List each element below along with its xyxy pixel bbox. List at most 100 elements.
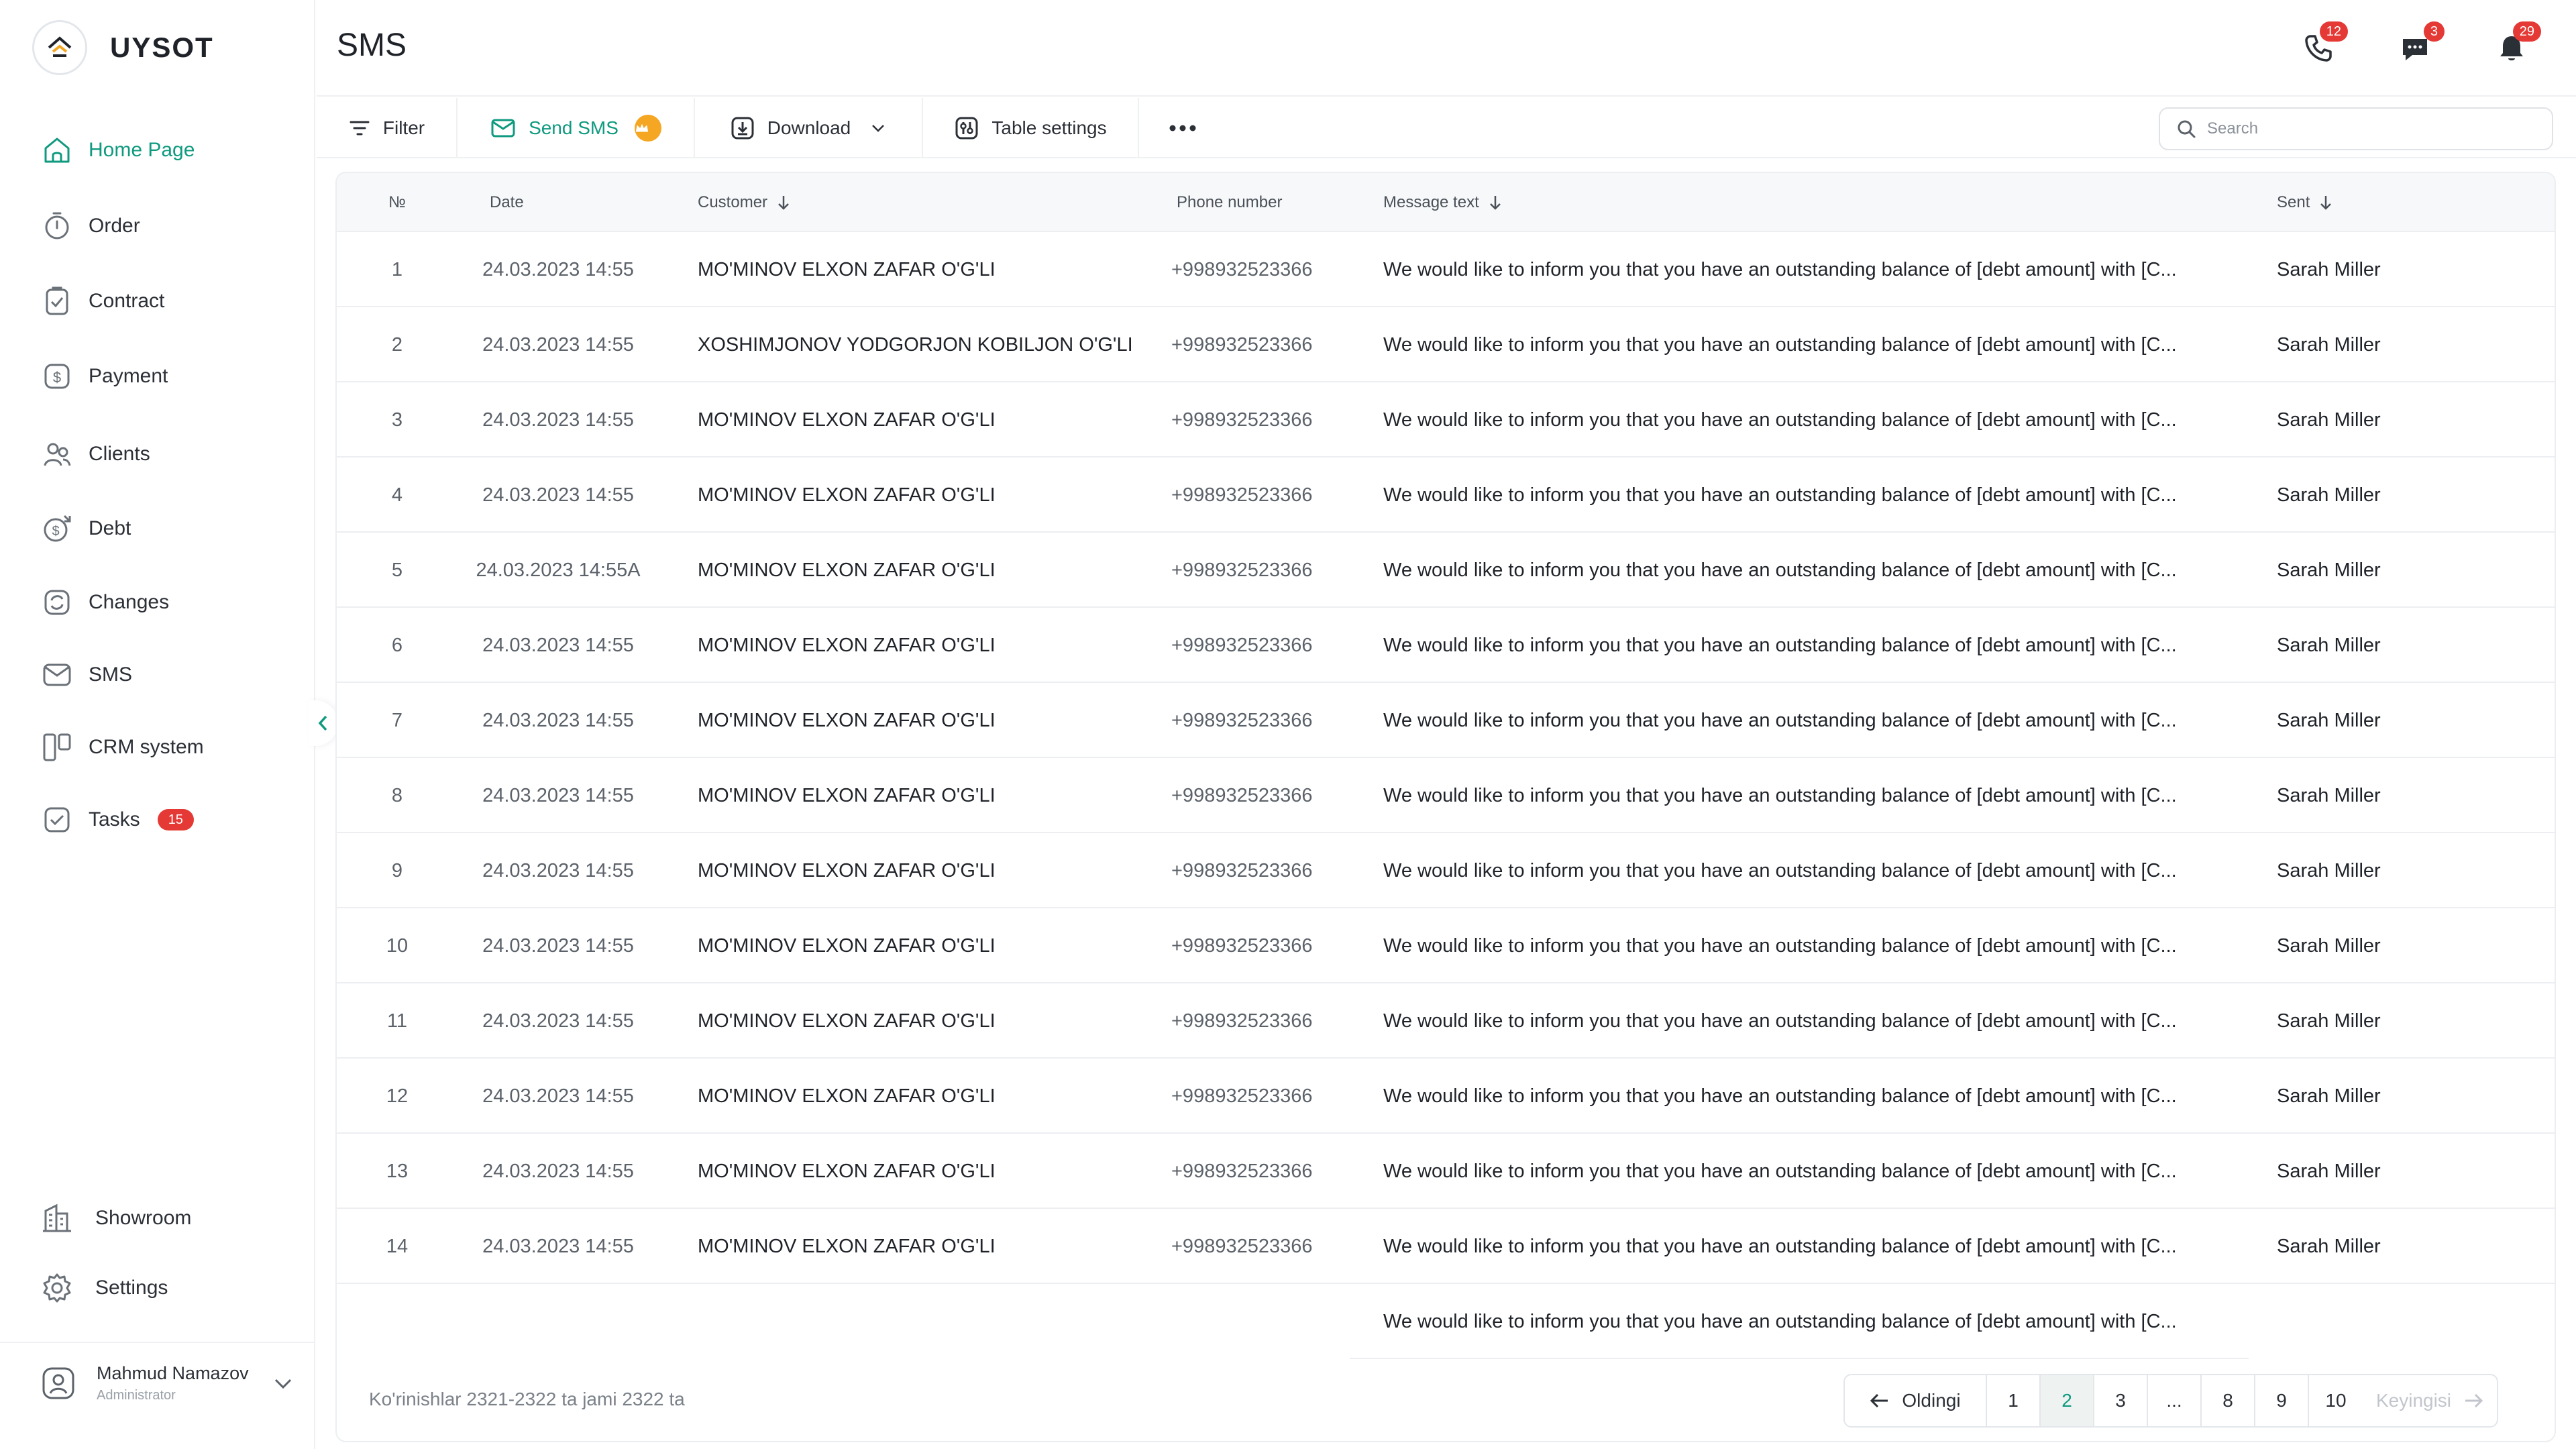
col-header-date[interactable]: Date <box>490 173 524 232</box>
crm-icon <box>43 733 71 761</box>
logo-icon <box>32 20 87 75</box>
table-row[interactable]: 11 24.03.2023 14:55 MO'MINOV ELXON ZAFAR O… <box>337 983 2555 1059</box>
prev-page-button[interactable]: Oldingi <box>1845 1375 1987 1426</box>
page-button-2[interactable]: 2 <box>2041 1375 2094 1426</box>
sidebar-item-contract[interactable]: Contract <box>40 274 282 328</box>
chat-button[interactable]: 3 <box>2392 21 2445 71</box>
app-logo[interactable]: UYSOT <box>32 20 214 75</box>
sidebar-item-showroom[interactable]: Showroom <box>40 1191 282 1245</box>
date-cell: 24.03.2023 14:55A <box>476 559 641 581</box>
table-settings-icon <box>955 117 978 140</box>
next-page-button[interactable]: Keyingisi <box>2363 1375 2497 1426</box>
phone-badge: 12 <box>2319 21 2348 42</box>
customer-cell: MO'MINOV ELXON ZAFAR O'G'LI <box>698 258 996 280</box>
sidebar-item-order[interactable]: Order <box>40 199 282 253</box>
row-number-cell: 13 <box>386 1160 409 1182</box>
date-cell: 24.03.2023 14:55 <box>482 333 634 356</box>
message-cell: We would like to inform you that you hav… <box>1383 258 2177 280</box>
sidebar-item-label: Settings <box>95 1277 168 1299</box>
filter-button[interactable]: Filter <box>317 98 458 158</box>
col-header-no: № <box>388 193 406 211</box>
col-header-message[interactable]: Message text <box>1383 173 1503 232</box>
pagination-info: Ko'rinishlar 2321-2322 ta jami 2322 ta <box>369 1389 685 1409</box>
sidebar-item-label: CRM system <box>89 736 204 758</box>
more-options-button[interactable] <box>1139 98 1226 158</box>
sent-by-cell: Sarah Miller <box>2277 1160 2381 1182</box>
page-button-1[interactable]: 1 <box>1987 1375 2041 1426</box>
sidebar-item-label: Home Page <box>89 139 195 161</box>
table-settings-button[interactable]: Table settings <box>923 98 1139 158</box>
user-avatar-icon <box>42 1367 74 1399</box>
phone-cell: +998932523366 <box>1171 409 1313 431</box>
row-number-cell: 7 <box>391 709 403 731</box>
sort-arrow-down-icon <box>778 196 789 210</box>
page-button-3[interactable]: 3 <box>2094 1375 2148 1426</box>
chevron-left-icon <box>318 715 327 731</box>
mail-icon <box>43 663 71 686</box>
customer-cell: MO'MINOV ELXON ZAFAR O'G'LI <box>698 1160 996 1182</box>
sidebar: UYSOT Home Page Order Contract $ Payment Clie… <box>0 0 315 1449</box>
customer-cell: MO'MINOV ELXON ZAFAR O'G'LI <box>698 1010 996 1032</box>
settings-icon <box>43 1273 71 1303</box>
search-input[interactable] <box>2207 119 2529 138</box>
table-header: № Date Customer Phone number Message tex… <box>337 173 2555 232</box>
table-row[interactable]: 3 24.03.2023 14:55 MO'MINOV ELXON ZAFAR O'… <box>337 382 2555 458</box>
col-header-customer[interactable]: Customer <box>698 173 792 232</box>
sidebar-collapse-button[interactable] <box>309 700 338 746</box>
table-row[interactable]: 2 24.03.2023 14:55 XOSHIMJONOV YODGORJON K… <box>337 307 2555 382</box>
table-row[interactable]: 13 24.03.2023 14:55 MO'MINOV ELXON ZAFAR O… <box>337 1134 2555 1209</box>
phone-button[interactable]: 12 <box>2296 21 2348 71</box>
table-row[interactable]: 9 24.03.2023 14:55 MO'MINOV ELXON ZAFAR O'… <box>337 833 2555 908</box>
page-button-9[interactable]: 9 <box>2255 1375 2309 1426</box>
sidebar-item-changes[interactable]: Changes <box>40 576 282 629</box>
table-row-partial[interactable]: We would like to inform you that you hav… <box>1350 1284 2249 1359</box>
col-header-phone[interactable]: Phone number <box>1177 173 1282 232</box>
date-cell: 24.03.2023 14:55 <box>482 1235 634 1257</box>
send-sms-button[interactable]: Send SMS <box>458 98 695 158</box>
page-title: SMS <box>337 28 407 63</box>
page-button-8[interactable]: 8 <box>2202 1375 2255 1426</box>
sort-arrow-down-icon <box>1489 196 1501 210</box>
sent-by-cell: Sarah Miller <box>2277 1010 2381 1032</box>
phone-cell: +998932523366 <box>1171 859 1313 881</box>
sidebar-item-label: Changes <box>89 591 170 613</box>
customer-cell: XOSHIMJONOV YODGORJON KOBILJON O'G'LI <box>698 333 1133 356</box>
table-row[interactable]: 4 24.03.2023 14:55 MO'MINOV ELXON ZAFAR O'… <box>337 458 2555 533</box>
download-button[interactable]: Download <box>695 98 923 158</box>
sms-table: № Date Customer Phone number Message tex… <box>335 172 2556 1442</box>
sidebar-item-debt[interactable]: $ Debt <box>40 502 282 555</box>
svg-text:$: $ <box>52 524 59 539</box>
table-row[interactable]: 6 24.03.2023 14:55 MO'MINOV ELXON ZAFAR O'… <box>337 608 2555 683</box>
sidebar-item-label: Order <box>89 215 140 237</box>
send-sms-label: Send SMS <box>529 117 619 138</box>
row-number-cell: 9 <box>391 859 403 881</box>
changes-icon <box>44 590 70 615</box>
search-box[interactable] <box>2159 107 2553 150</box>
sent-by-cell: Sarah Miller <box>2277 934 2381 957</box>
table-row[interactable]: 1 24.03.2023 14:55 MO'MINOV ELXON ZAFAR O'… <box>337 232 2555 307</box>
filter-icon <box>350 121 370 136</box>
phone-cell: +998932523366 <box>1171 1010 1313 1032</box>
sidebar-item-payment[interactable]: $ Payment <box>40 350 282 403</box>
sidebar-item-settings[interactable]: Settings <box>40 1261 282 1315</box>
chat-badge: 3 <box>2423 21 2445 42</box>
sidebar-item-sms[interactable]: SMS <box>40 648 282 702</box>
table-row[interactable]: 12 24.03.2023 14:55 MO'MINOV ELXON ZAFAR O… <box>337 1059 2555 1134</box>
table-row[interactable]: 8 24.03.2023 14:55 MO'MINOV ELXON ZAFAR O'… <box>337 758 2555 833</box>
col-header-sent[interactable]: Sent <box>2277 173 2334 232</box>
sidebar-item-label: SMS <box>89 663 133 686</box>
page-button-10[interactable]: 10 <box>2309 1375 2363 1426</box>
sidebar-item-crm-system[interactable]: CRM system <box>40 720 282 774</box>
sidebar-item-clients[interactable]: Clients <box>40 427 282 481</box>
table-row[interactable]: 14 24.03.2023 14:55 MO'MINOV ELXON ZAFAR O… <box>337 1209 2555 1284</box>
table-row[interactable]: 5 24.03.2023 14:55A MO'MINOV ELXON ZAFAR O… <box>337 533 2555 608</box>
notifications-button[interactable]: 29 <box>2489 21 2541 71</box>
user-profile[interactable]: Mahmud Namazov Administrator <box>40 1363 309 1403</box>
table-row[interactable]: 7 24.03.2023 14:55 MO'MINOV ELXON ZAFAR O'… <box>337 683 2555 758</box>
sidebar-item-label: Clients <box>89 443 150 465</box>
chevron-down-icon[interactable] <box>272 1372 294 1395</box>
sent-by-cell: Sarah Miller <box>2277 859 2381 881</box>
table-row[interactable]: 10 24.03.2023 14:55 MO'MINOV ELXON ZAFAR O… <box>337 908 2555 983</box>
sidebar-item-home-page[interactable]: Home Page <box>40 123 282 177</box>
sidebar-item-tasks[interactable]: Tasks 15 <box>40 793 282 847</box>
